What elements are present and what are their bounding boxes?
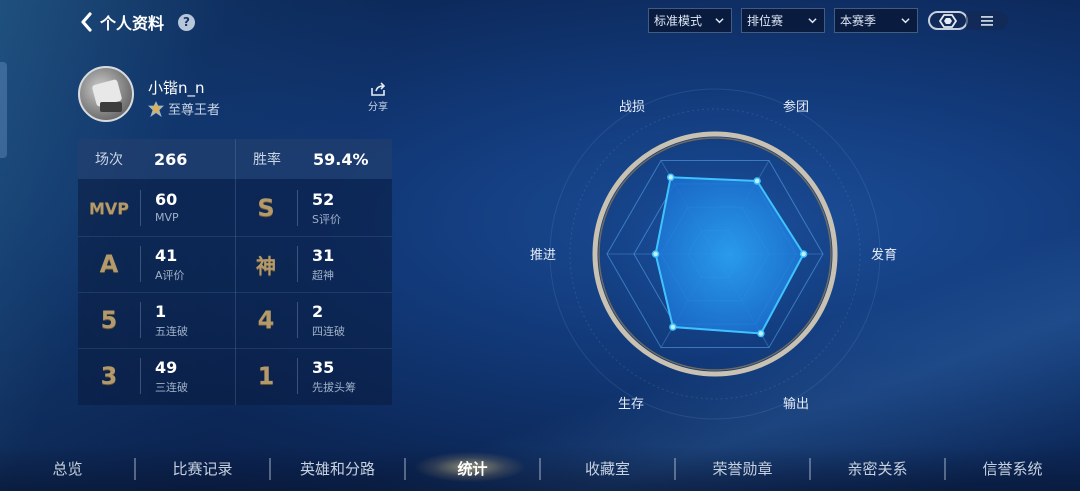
stat-a-rating: A 41 A评价 — [78, 236, 235, 292]
stat-label: 四连破 — [312, 325, 345, 338]
stats-table: 场次 266 胜率 59.4% MVP 60 MVP S 52 S评价 A 41… — [78, 139, 392, 405]
stat-triple-kill: 3 49 三连破 — [78, 348, 235, 404]
mvp-icon: MVP — [88, 198, 130, 218]
stat-mvp: MVP 60 MVP — [78, 180, 235, 236]
radar-point-left — [651, 250, 660, 258]
radar-label-survival: 生存 — [618, 397, 645, 412]
tab-overview[interactable]: 总览 — [20, 446, 115, 491]
match-type-dropdown-value: 排位赛 — [747, 14, 784, 28]
rank-row: 至尊王者 — [148, 99, 220, 118]
season-dropdown-value: 本赛季 — [840, 14, 877, 28]
avatar[interactable] — [78, 66, 134, 122]
first-blood-icon: 1 — [257, 362, 275, 390]
rank-badge-icon — [148, 100, 164, 117]
back-button[interactable] — [78, 11, 94, 33]
radar-label-teamfight: 参团 — [783, 100, 810, 115]
quadra-kill-icon: 4 — [257, 306, 275, 334]
stat-value: 41 — [155, 246, 178, 265]
radar-label-damage-taken: 战损 — [619, 100, 646, 115]
share-icon — [371, 82, 386, 96]
stat-label: MVP — [155, 211, 179, 224]
stat-value: 1 — [155, 302, 167, 321]
s-rating-icon: S — [257, 194, 275, 222]
tab-heroes-lanes[interactable]: 英雄和分路 — [280, 446, 395, 491]
tab-credit-system[interactable]: 信誉系统 — [955, 446, 1070, 491]
stat-penta-kill: 5 1 五连破 — [78, 292, 235, 348]
share-label: 分享 — [368, 102, 388, 113]
radar-label-farming: 发育 — [871, 248, 898, 263]
stat-label: A评价 — [155, 269, 185, 282]
stat-s-rating: S 52 S评价 — [235, 180, 392, 236]
winrate-label: 胜率 — [253, 152, 281, 168]
mode-dropdown[interactable]: 标准模式 — [648, 8, 732, 33]
chevron-down-icon — [715, 18, 724, 24]
radar-point-top-left — [666, 173, 675, 182]
player-name: 小锴n_n — [148, 79, 205, 97]
stat-first-blood: 1 35 先拔头筹 — [235, 348, 392, 404]
stat-value: 49 — [155, 358, 178, 377]
side-drawer-handle[interactable] — [0, 62, 7, 158]
help-button[interactable]: ? — [178, 13, 196, 31]
penta-kill-icon: 5 — [100, 306, 118, 334]
stat-label: 五连破 — [155, 325, 188, 338]
stat-label: 先拔头筹 — [312, 381, 356, 394]
view-toggle-radar[interactable] — [928, 11, 968, 30]
stat-value: 35 — [312, 358, 335, 377]
tab-match-history[interactable]: 比赛记录 — [145, 446, 260, 491]
page-title: 个人资料 — [100, 14, 165, 33]
radar-point-bottom-left — [669, 323, 677, 331]
matches-value: 266 — [154, 149, 188, 169]
tab-collection[interactable]: 收藏室 — [550, 446, 665, 491]
radar-point-right — [799, 250, 808, 258]
stat-label: 超神 — [312, 269, 334, 282]
matches-label: 场次 — [95, 152, 123, 168]
rank-text: 至尊王者 — [168, 103, 221, 118]
stat-value: 31 — [312, 246, 335, 265]
mode-dropdown-value: 标准模式 — [654, 14, 703, 28]
triple-kill-icon: 3 — [100, 362, 118, 390]
stat-label: 三连破 — [155, 381, 188, 394]
hexagon-icon — [939, 13, 957, 28]
view-toggle-list[interactable] — [966, 11, 1008, 30]
radar-graphic — [549, 88, 881, 420]
header-bar: 个人资料 ? — [78, 8, 196, 36]
chevron-down-icon — [808, 18, 817, 24]
match-type-dropdown[interactable]: 排位赛 — [741, 8, 825, 33]
chevron-left-icon — [81, 12, 92, 32]
stat-label: S评价 — [312, 213, 341, 226]
share-button[interactable]: 分享 — [362, 82, 394, 113]
tab-relationships[interactable]: 亲密关系 — [820, 446, 935, 491]
tab-statistics[interactable]: 统计 — [415, 446, 530, 491]
winrate-value: 59.4% — [313, 149, 369, 169]
stat-value: 2 — [312, 302, 324, 321]
stat-godlike: 神 31 超神 — [235, 236, 392, 292]
a-rating-icon: A — [99, 250, 119, 278]
chevron-down-icon — [901, 18, 910, 24]
tab-honor-medals[interactable]: 荣誉勋章 — [685, 446, 800, 491]
stat-quadra-kill: 4 2 四连破 — [235, 292, 392, 348]
radar-point-top-right — [753, 177, 761, 185]
stat-value: 60 — [155, 190, 178, 209]
radar-label-push: 推进 — [530, 248, 557, 263]
godlike-icon: 神 — [256, 253, 276, 278]
radar-point-bottom-right — [757, 329, 765, 338]
ability-radar-chart: 战损 参团 发育 输出 生存 推进 — [515, 82, 915, 422]
season-dropdown[interactable]: 本赛季 — [834, 8, 918, 33]
stat-value: 52 — [312, 190, 335, 209]
list-icon — [981, 15, 993, 26]
radar-label-damage: 输出 — [783, 397, 810, 412]
